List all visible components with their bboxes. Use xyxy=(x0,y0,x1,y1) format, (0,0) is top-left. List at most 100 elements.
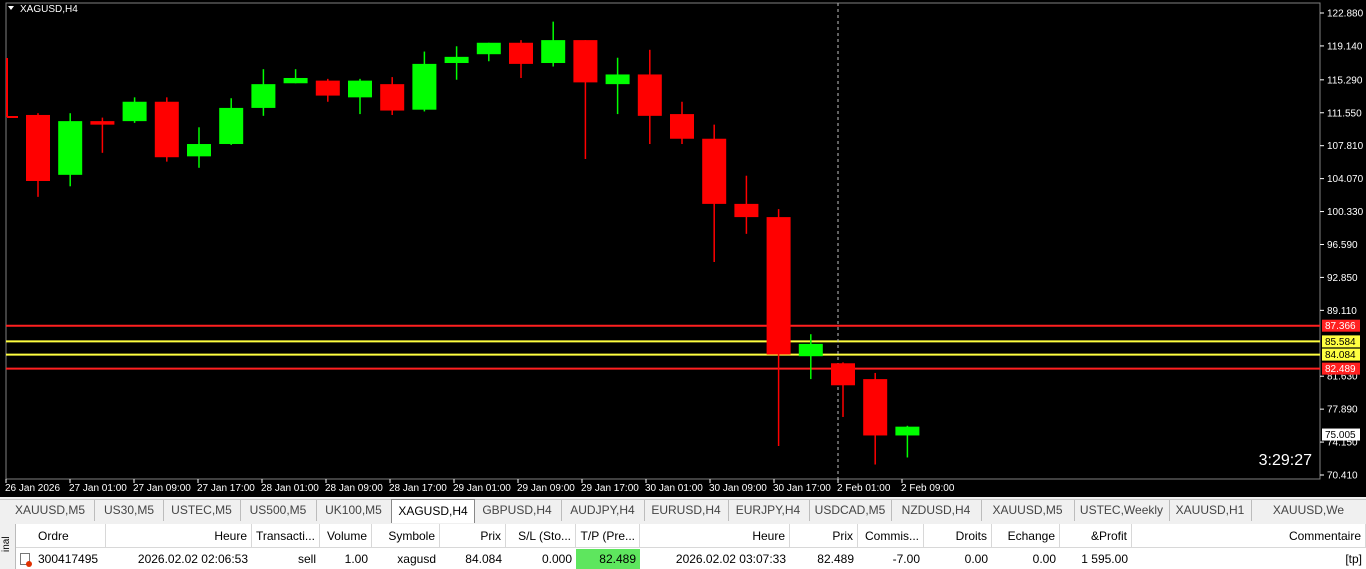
price-axis-label: 70.410 xyxy=(1327,471,1358,482)
column-header-tp[interactable]: T/P (Pre... xyxy=(576,524,640,548)
column-header-swap[interactable]: Droits xyxy=(924,524,992,548)
price-axis-label: 119.140 xyxy=(1327,41,1363,52)
time-axis-label: 30 Jan 09:00 xyxy=(709,483,767,494)
chart-tab[interactable]: USDCAD,M5 xyxy=(809,500,892,521)
cell-fee: 0.00 xyxy=(1032,552,1056,566)
chart-tab[interactable]: GBPUSD,H4 xyxy=(473,500,562,521)
bullish-candle xyxy=(541,40,566,64)
cell-commission: -7.00 xyxy=(892,552,920,566)
cell-symbol: xagusd xyxy=(397,552,436,566)
time-axis-label: 30 Jan 01:00 xyxy=(645,483,703,494)
chart-tab[interactable]: XAUUSD,H1 xyxy=(1169,500,1252,521)
terminal-panel: inal Ordre Heure Transacti... Volume Symbole… xyxy=(0,524,1366,569)
price-axis-label: 104.070 xyxy=(1327,174,1364,185)
bullish-candle xyxy=(412,63,437,110)
price-axis-label: 100.330 xyxy=(1327,207,1364,218)
column-header-symbol[interactable]: Symbole xyxy=(372,524,440,548)
bullish-candle xyxy=(187,144,211,157)
column-header-fee[interactable]: Echange xyxy=(992,524,1060,548)
column-header-order[interactable]: Ordre xyxy=(16,524,106,548)
chart-tab[interactable]: XAUUSD,M5 xyxy=(981,500,1075,521)
price-axis-label: 96.590 xyxy=(1327,240,1358,251)
price-level-tag-text: 75.005 xyxy=(1325,430,1356,441)
bullish-candle xyxy=(219,107,244,145)
time-axis-label: 2 Feb 01:00 xyxy=(837,483,891,494)
column-header-sl[interactable]: S/L (Sto... xyxy=(506,524,576,548)
column-header-commission[interactable]: Commis... xyxy=(858,524,924,548)
cell-volume: 1.00 xyxy=(344,552,368,566)
bearish-candle xyxy=(315,80,340,96)
chart-tab[interactable]: USTEC,Weekly xyxy=(1074,500,1170,521)
bullish-candle xyxy=(476,42,501,55)
cell-close-price: 82.489 xyxy=(817,552,854,566)
time-axis-label: 30 Jan 17:00 xyxy=(773,483,831,494)
cell-comment: [tp] xyxy=(1345,552,1362,566)
chart-tab[interactable]: EURUSD,H4 xyxy=(644,500,729,521)
chart-title: XAGUSD,H4 xyxy=(20,4,78,15)
time-axis-label: 28 Jan 01:00 xyxy=(261,483,319,494)
bullish-candle xyxy=(895,426,920,436)
bearish-candle xyxy=(573,40,598,83)
time-axis-label: 27 Jan 17:00 xyxy=(197,483,255,494)
price-level-tag-text: 82.489 xyxy=(1325,364,1356,375)
terminal-side-label[interactable]: inal xyxy=(0,524,16,569)
price-level-tag-text: 84.084 xyxy=(1325,350,1356,361)
price-axis-label: 92.850 xyxy=(1327,273,1358,284)
bearish-candle xyxy=(831,363,855,386)
price-axis-label: 111.550 xyxy=(1327,108,1362,119)
chart-tab[interactable]: US30,M5 xyxy=(95,500,164,521)
cell-close-time: 2026.02.02 03:07:33 xyxy=(675,552,786,566)
chart-tab[interactable]: USTEC,M5 xyxy=(163,500,241,521)
chart-tab[interactable]: AUDJPY,H4 xyxy=(561,500,645,521)
column-header-comment[interactable]: Commentaire xyxy=(1132,524,1366,548)
price-level-tag-text: 85.584 xyxy=(1325,337,1356,348)
column-header-close-price[interactable]: Prix xyxy=(790,524,858,548)
chart-tab[interactable]: XAGUSD,H4 xyxy=(391,499,475,523)
terminal-side-text: inal xyxy=(1,536,12,552)
bearish-candle xyxy=(863,379,888,436)
chart-tab[interactable]: EURJPY,H4 xyxy=(727,500,810,521)
bearish-candle xyxy=(670,114,694,139)
chart-tab[interactable]: NZDUSD,H4 xyxy=(891,500,982,521)
time-axis-label: 2 Feb 09:00 xyxy=(901,483,955,494)
chart-tab-bar: XAUUSD,M5 US30,M5 USTEC,M5 US500,M5 UK100,M5… xyxy=(0,499,1366,523)
bearish-candle xyxy=(154,101,179,158)
bearish-candle xyxy=(702,138,727,204)
bearish-candle xyxy=(734,203,759,218)
time-axis-label: 28 Jan 17:00 xyxy=(389,483,447,494)
bar-countdown-timer: 3:29:27 xyxy=(1259,452,1312,469)
chart-area[interactable]: XAGUSD,H4 122.880 119.140 115.290 111.550 107… xyxy=(0,0,1366,497)
column-header-volume[interactable]: Volume xyxy=(320,524,372,548)
price-axis-label: 107.810 xyxy=(1327,141,1364,152)
chart-tab[interactable]: UK100,M5 xyxy=(316,500,392,521)
column-header-time[interactable]: Heure xyxy=(106,524,252,548)
bearish-candle xyxy=(90,121,115,125)
price-level-tag-text: 87.366 xyxy=(1325,321,1356,332)
column-header-type[interactable]: Transacti... xyxy=(252,524,320,548)
chart-tab[interactable]: XAUUSD,We xyxy=(1251,500,1366,521)
chart-tab[interactable]: XAUUSD,M5 xyxy=(6,500,95,521)
cell-swap: 0.00 xyxy=(964,552,988,566)
price-chart[interactable]: XAGUSD,H4 122.880 119.140 115.290 111.550 107… xyxy=(0,0,1366,497)
column-header-close-time[interactable]: Heure xyxy=(640,524,790,548)
time-axis-label: 29 Jan 09:00 xyxy=(517,483,575,494)
bearish-candle xyxy=(509,42,533,64)
cell-sl: 0.000 xyxy=(541,552,572,566)
bullish-candle xyxy=(444,56,469,64)
bullish-candle xyxy=(605,74,630,85)
cell-type: sell xyxy=(297,552,316,566)
chart-menu-arrow-icon[interactable] xyxy=(8,6,14,10)
column-header-profit[interactable]: &Profit xyxy=(1060,524,1132,548)
time-axis-label: 29 Jan 01:00 xyxy=(453,483,511,494)
time-axis-label: 29 Jan 17:00 xyxy=(581,483,639,494)
cell-profit: 1 595.00 xyxy=(1081,552,1128,566)
bearish-candle xyxy=(380,84,405,111)
bullish-candle xyxy=(251,84,276,108)
bullish-candle xyxy=(348,80,372,98)
cell-order: 300417495 xyxy=(38,552,99,566)
chart-tab[interactable]: US500,M5 xyxy=(240,500,317,521)
bullish-candle xyxy=(283,77,308,84)
cell-tp: 82.489 xyxy=(576,549,640,569)
column-header-price[interactable]: Prix xyxy=(440,524,506,548)
price-axis-label: 115.290 xyxy=(1327,75,1363,86)
